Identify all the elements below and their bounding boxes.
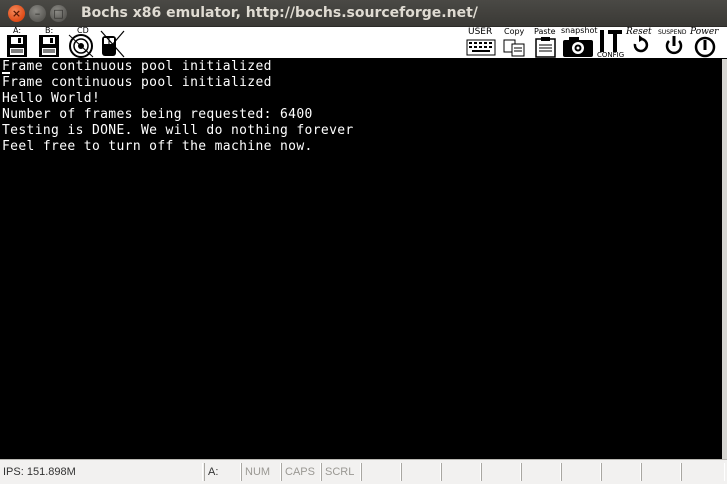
status-slot <box>361 463 401 481</box>
text-cursor <box>2 72 10 74</box>
snapshot-button[interactable]: snapshot <box>561 27 598 59</box>
close-icon: × <box>11 6 22 20</box>
paste-button[interactable]: Paste <box>533 27 559 59</box>
bochs-toolbar: A: B: CD USER Copy Paste snapshot CONFIG… <box>0 27 727 59</box>
status-slot <box>561 463 601 481</box>
user-button[interactable]: USER <box>466 27 498 59</box>
window-border <box>722 59 727 459</box>
floppy-b-button[interactable]: B: <box>36 27 62 59</box>
config-button[interactable]: CONFIG <box>597 27 625 59</box>
config-label: CONFIG <box>597 51 625 59</box>
status-slot <box>521 463 561 481</box>
scroll-lock-indicator: SCRL <box>321 463 361 481</box>
status-bar: IPS: 151.898M A: NUM CAPS SCRL <box>0 459 727 484</box>
ips-readout: IPS: 151.898M <box>0 463 203 481</box>
floppy-icon <box>7 35 27 57</box>
console-line: Number of frames being requested: 6400 <box>2 107 313 122</box>
caps-lock-indicator: CAPS <box>281 463 321 481</box>
reset-icon <box>633 35 649 53</box>
status-slot <box>681 463 725 481</box>
floppy-a-button[interactable]: A: <box>4 27 30 59</box>
copy-icon <box>503 39 525 57</box>
copy-button[interactable]: Copy <box>502 27 528 59</box>
window-title: Bochs x86 emulator, http://bochs.sourcef… <box>81 5 478 21</box>
window-titlebar: × – □ Bochs x86 emulator, http://bochs.s… <box>0 0 727 27</box>
status-slot <box>641 463 681 481</box>
status-slot <box>401 463 441 481</box>
console-line: Frame continuous pool initialized <box>2 59 272 74</box>
cdrom-icon <box>68 34 94 58</box>
minimize-icon: – <box>34 6 41 20</box>
mouse-button[interactable] <box>98 27 126 59</box>
emulator-screen[interactable]: Frame continuous pool initialized Frame … <box>0 59 722 459</box>
console-line: Feel free to turn off the machine now. <box>2 139 313 154</box>
power-button[interactable]: Power <box>690 27 722 59</box>
status-slot <box>601 463 641 481</box>
console-line: Hello World! <box>2 91 101 106</box>
reset-button[interactable]: Reset <box>626 27 658 59</box>
console-line: Frame continuous pool initialized <box>2 75 272 90</box>
drive-indicator: A: <box>204 463 241 481</box>
window-maximize-button[interactable]: □ <box>50 4 67 22</box>
num-lock-indicator: NUM <box>241 463 281 481</box>
suspend-button[interactable]: SUSPEND <box>658 27 690 59</box>
suspend-icon <box>665 36 683 55</box>
window-minimize-button[interactable]: – <box>29 4 46 22</box>
floppy-icon <box>39 35 59 57</box>
status-slot <box>441 463 481 481</box>
camera-icon <box>563 37 593 57</box>
maximize-icon: □ <box>53 6 64 20</box>
paste-icon <box>535 37 556 58</box>
cdrom-button[interactable]: CD <box>66 27 96 59</box>
mouse-icon <box>100 30 125 58</box>
console-line: Testing is DONE. We will do nothing fore… <box>2 123 354 138</box>
status-slot <box>481 463 521 481</box>
power-icon <box>694 36 716 58</box>
window-close-button[interactable]: × <box>8 4 25 22</box>
keyboard-icon <box>466 39 496 56</box>
